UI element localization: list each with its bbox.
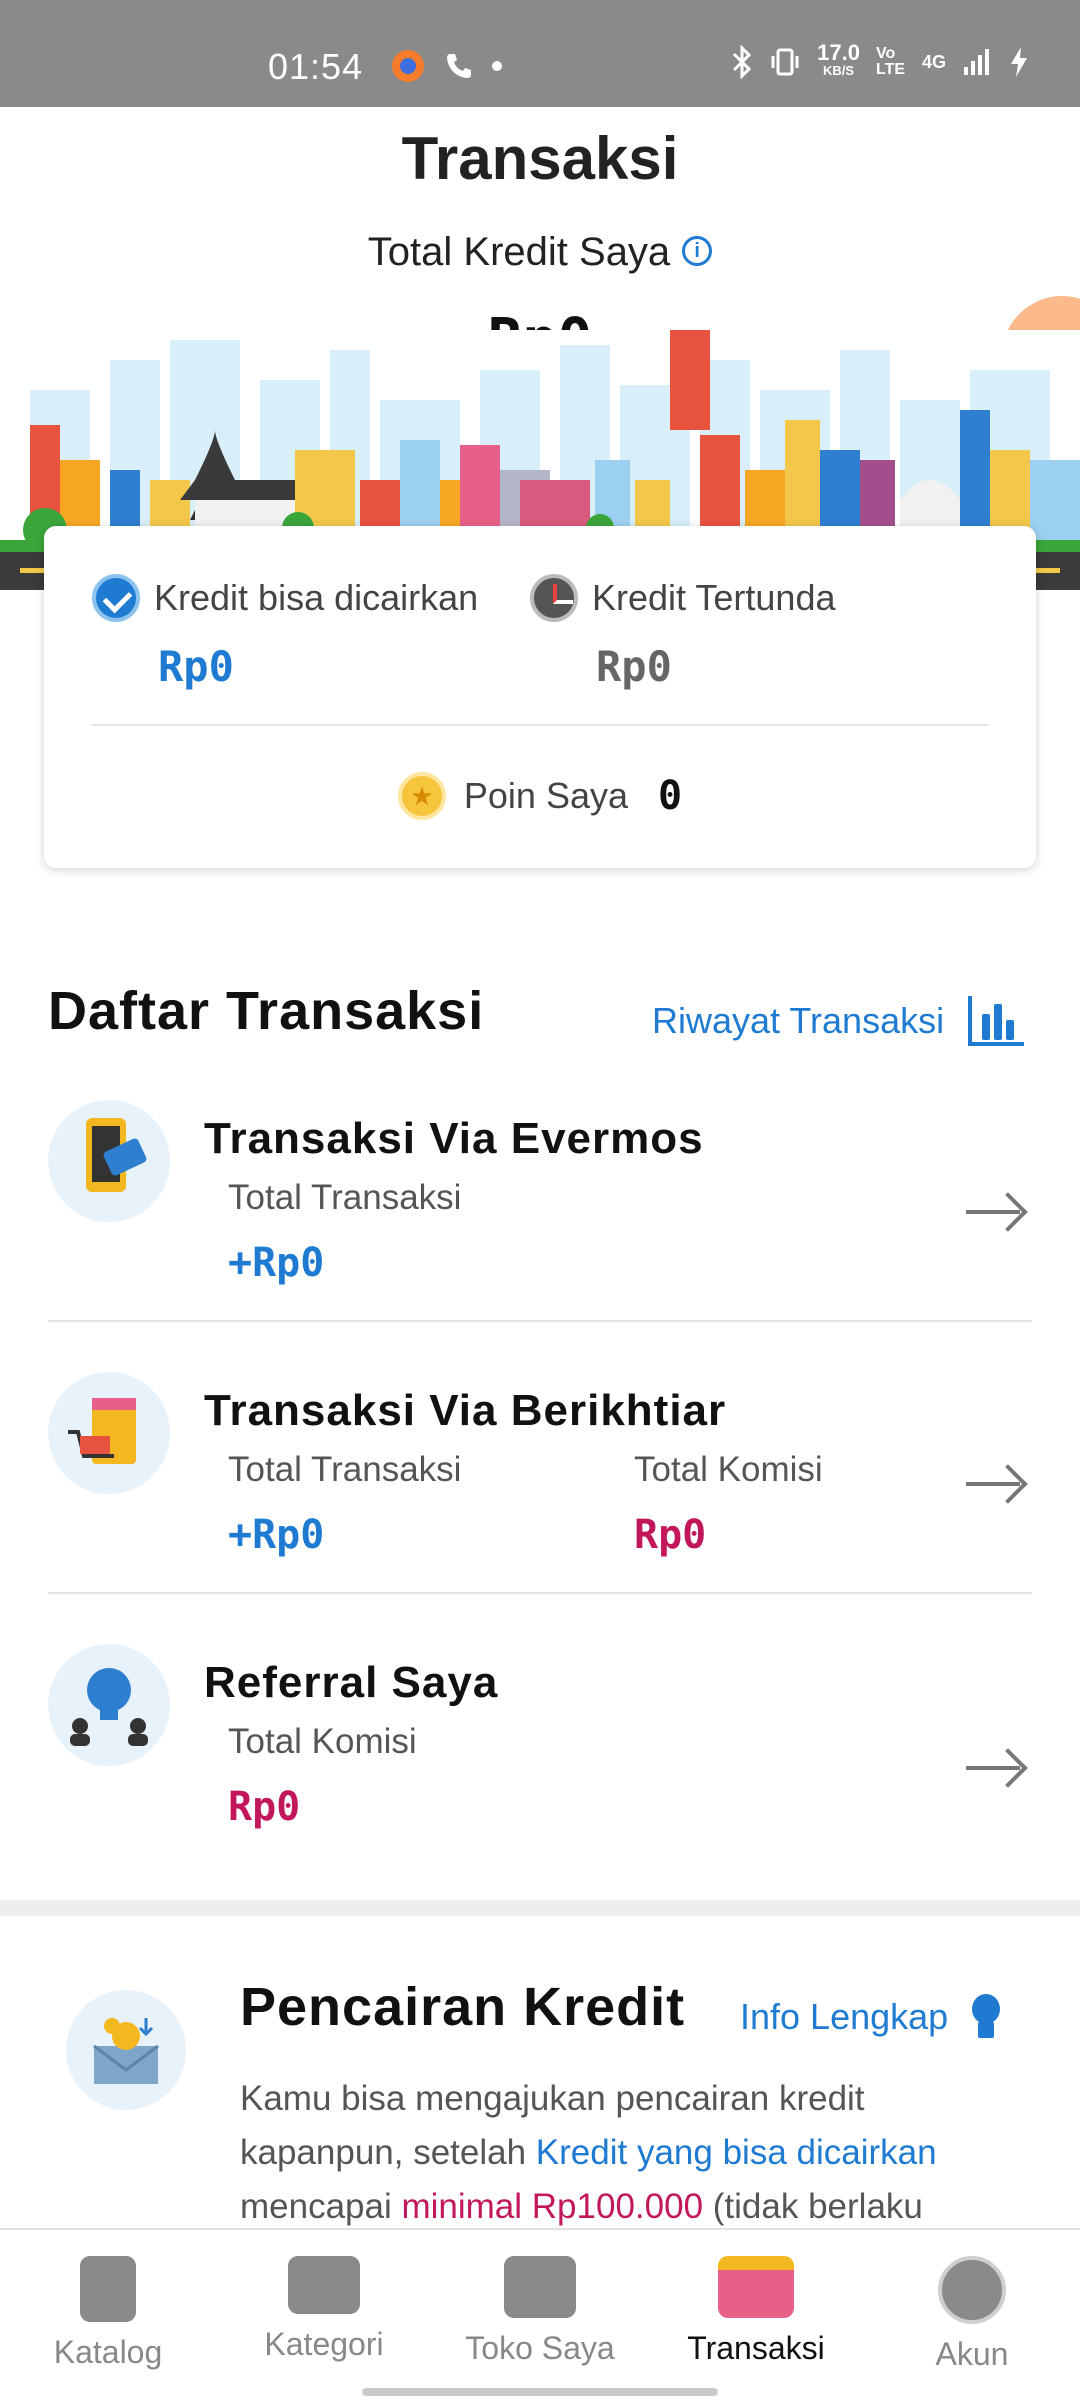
total-commission-value: Rp0: [634, 1512, 707, 1558]
withdrawable-credit-link[interactable]: Kredit yang bisa dicairkan: [536, 2133, 937, 2172]
category-grid-icon: [288, 2256, 360, 2314]
shop-cart-icon: [48, 1372, 170, 1494]
divider: [48, 1592, 1032, 1594]
points-row: ★ Poin Saya 0: [44, 772, 1036, 820]
withdrawable-credit-value: Rp0: [158, 642, 234, 691]
phone-card-icon: [48, 1100, 170, 1222]
volte-indicator: Vo LTE: [875, 45, 906, 78]
signal-icon: [964, 49, 989, 75]
lightbulb-icon: [968, 1992, 1004, 2042]
total-transaction-value: +Rp0: [228, 1512, 325, 1558]
my-referral[interactable]: Referral Saya Total Komisi Rp0: [48, 1644, 1032, 1844]
withdrawal-description: Kamu bisa mengajukan pencairan kredit ka…: [240, 2079, 937, 2226]
transactions-section-title: Daftar Transaksi: [48, 981, 485, 1041]
nav-item-katalog[interactable]: Katalog: [0, 2256, 216, 2371]
points-value: 0: [658, 773, 683, 819]
divider: [48, 1320, 1032, 1322]
status-bar: 01:54 17.0 KB/S Vo LTE 4G: [0, 0, 1080, 107]
user-avatar-icon: [938, 2256, 1006, 2324]
transaction-berikhtiar[interactable]: Transaksi Via Berikhtiar Total Transaksi…: [48, 1372, 1032, 1562]
arrow-right-icon: [966, 1210, 1020, 1214]
catalog-book-icon: [80, 2256, 136, 2322]
page-title: Transaksi: [401, 125, 679, 192]
pending-credit: Kredit Tertunda Rp0: [530, 574, 836, 691]
net-speed: 17.0 KB/S: [817, 40, 860, 79]
info-icon[interactable]: i: [682, 236, 713, 266]
network-type: 4G: [921, 51, 946, 72]
credit-summary-card: Kredit bisa dicairkan Rp0 Kredit Tertund…: [44, 526, 1036, 868]
notification-dot: [492, 61, 502, 71]
check-icon: [92, 574, 140, 622]
total-credit-label: Total Kredit Saya i: [0, 230, 1080, 275]
vibrate-icon: [771, 48, 799, 76]
arrow-right-icon: [966, 1766, 1020, 1770]
full-info-link[interactable]: Info Lengkap: [740, 1992, 1004, 2042]
divider: [92, 724, 988, 726]
nav-item-kategori[interactable]: Kategori: [216, 2256, 432, 2363]
phone-icon: [447, 54, 471, 78]
bottom-navigation: Katalog Kategori Toko Saya Transaksi Aku…: [0, 2228, 1080, 2400]
withdrawable-credit: Kredit bisa dicairkan Rp0: [92, 574, 478, 691]
charging-icon: [1011, 47, 1027, 77]
store-icon: [504, 2256, 576, 2318]
browser-notification-icon: [392, 50, 424, 82]
money-icon: [718, 2256, 794, 2318]
star-coin-icon: ★: [397, 772, 446, 820]
nav-item-transaksi[interactable]: Transaksi: [648, 2256, 864, 2367]
bluetooth-icon: [733, 45, 752, 79]
transaction-evermos[interactable]: Transaksi Via Evermos Total Transaksi +R…: [48, 1100, 1032, 1290]
money-envelope-icon: [66, 1990, 186, 2110]
referral-people-icon: [48, 1644, 170, 1766]
section-divider: [0, 1900, 1080, 1916]
transaction-history-link[interactable]: Riwayat Transaksi: [652, 996, 1025, 1046]
pending-credit-value: Rp0: [596, 642, 672, 691]
total-commission-value: Rp0: [228, 1784, 301, 1830]
total-transaction-value: +Rp0: [228, 1240, 325, 1286]
arrow-right-icon: [966, 1482, 1020, 1486]
status-time: 01:54: [268, 46, 364, 87]
clock-icon: [530, 574, 578, 622]
home-indicator[interactable]: [362, 2388, 718, 2396]
nav-item-toko-saya[interactable]: Toko Saya: [432, 2256, 648, 2367]
withdrawal-title: Pencairan Kredit: [240, 1977, 686, 2037]
bar-chart-icon: [968, 996, 1025, 1046]
nav-item-akun[interactable]: Akun: [864, 2256, 1080, 2373]
